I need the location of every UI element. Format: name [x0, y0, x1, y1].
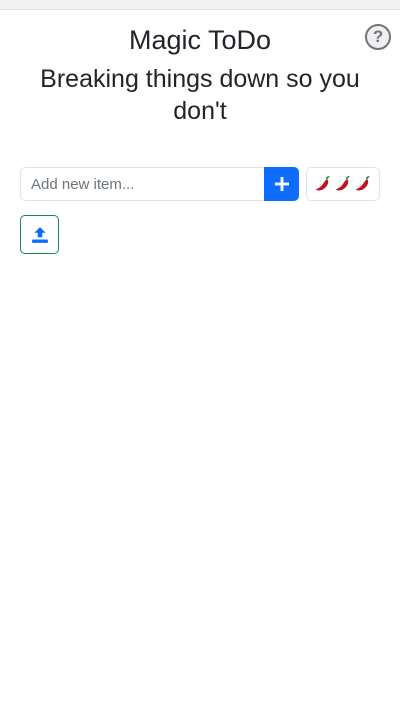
new-item-input[interactable] [20, 167, 264, 201]
upload-icon [31, 226, 48, 243]
top-bar [0, 0, 400, 10]
chili-pepper-icon [335, 175, 350, 191]
chili-pepper-icon [355, 175, 370, 191]
tagline: Breaking things down so you don't [40, 65, 360, 125]
spiciness-button[interactable] [306, 167, 380, 201]
add-item-button[interactable] [264, 167, 299, 201]
upload-button[interactable] [20, 215, 59, 254]
plus-icon [274, 177, 289, 191]
app-title: Magic ToDo [128, 25, 272, 55]
new-item-row [20, 167, 380, 201]
chili-pepper-icon [315, 175, 330, 191]
